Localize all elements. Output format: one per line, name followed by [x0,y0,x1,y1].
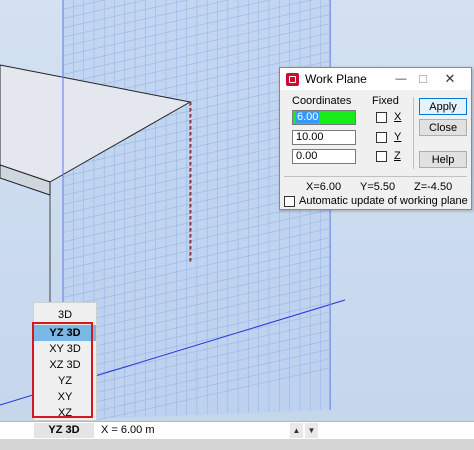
fix-z-label: Z [394,150,401,162]
y-coordinate-input[interactable]: 10.00 [292,130,356,145]
fixed-label: Fixed [372,95,399,107]
fix-x-label: X [394,111,402,123]
apply-button[interactable]: Apply [419,98,467,115]
status-x-value: X=6.00 [306,181,342,193]
auto-update-checkbox[interactable] [284,195,295,207]
work-plane-dialog: Work Plane — ☐ ✕ Coordinates Fixed 6.00 … [279,67,472,210]
fix-z-checkbox[interactable] [376,151,387,162]
bottom-strip [0,439,474,450]
spin-down-icon[interactable]: ▼ [305,423,318,438]
x-coordinate-input[interactable]: 6.00 [292,110,356,125]
status-bar: YZ 3D X = 6.00 m ▲ ▼ [0,421,474,439]
close-icon[interactable]: ✕ [442,71,458,87]
spin-up-icon[interactable]: ▲ [290,423,303,438]
help-button[interactable]: Help [419,151,467,168]
close-button[interactable]: Close [419,119,467,136]
maximize-icon[interactable]: ☐ [415,71,431,87]
status-divider [284,176,467,177]
minimize-icon[interactable]: — [393,71,409,87]
plane-option-3d[interactable]: 3D [34,307,96,323]
auto-update-label: Automatic update of working plane [299,195,468,207]
dialog-titlebar[interactable]: Work Plane — ☐ ✕ [280,68,471,90]
status-y-value: Y=5.50 [360,181,396,193]
fix-x-checkbox[interactable] [376,112,387,123]
auto-update-row[interactable]: Automatic update of working plane [284,195,468,207]
coordinates-label: Coordinates [292,95,352,107]
dialog-separator [413,97,414,169]
app-icon [286,72,299,86]
status-z-value: Z=-4.50 [414,181,453,193]
fix-y-label: Y [394,131,402,143]
highlight-callout-box [32,322,93,418]
dialog-title: Work Plane [305,72,367,86]
x-coordinate-field[interactable]: X = 6.00 m [97,423,287,438]
fix-y-checkbox[interactable] [376,132,387,143]
z-coordinate-input[interactable]: 0.00 [292,149,356,164]
plane-selector[interactable]: YZ 3D [34,423,94,438]
